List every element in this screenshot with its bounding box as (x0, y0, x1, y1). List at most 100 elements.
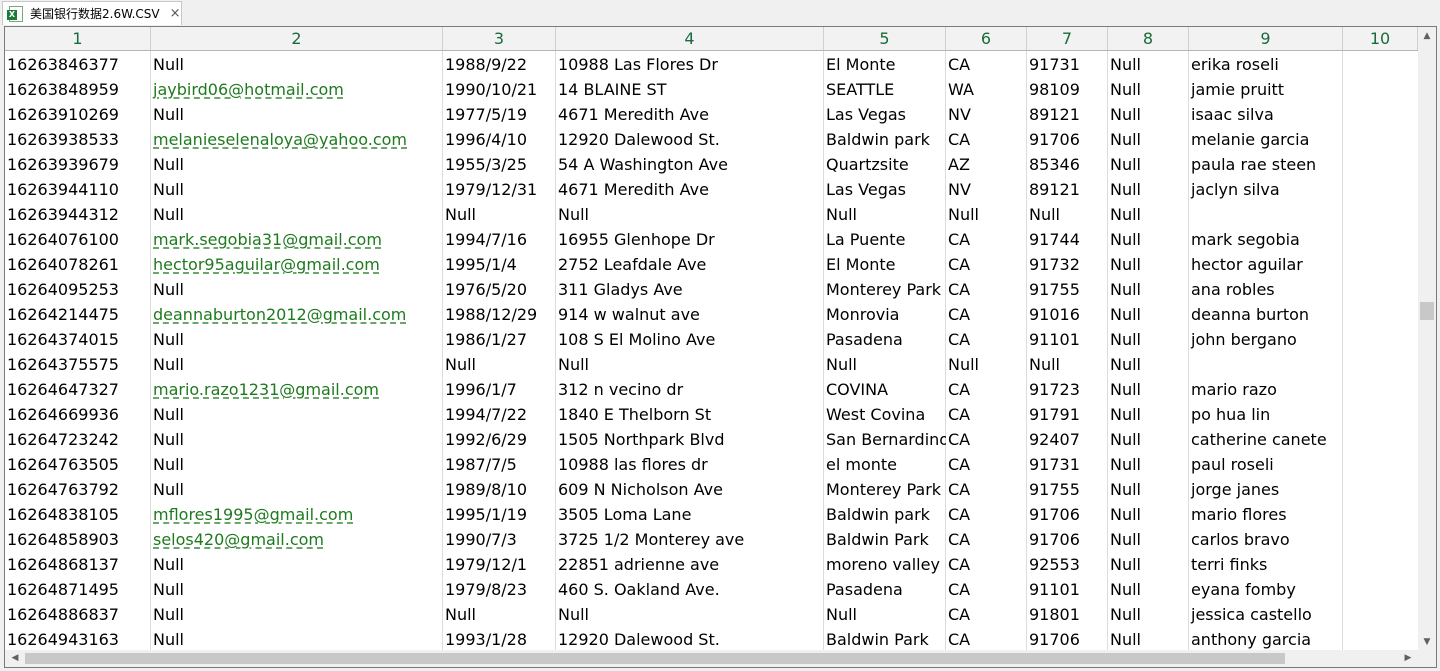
table-cell[interactable]: Null (1108, 101, 1189, 126)
table-cell[interactable] (1343, 376, 1418, 401)
table-cell[interactable]: 12920 Dalewood St. (556, 126, 824, 151)
table-cell[interactable]: 914 w walnut ave (556, 301, 824, 326)
table-cell[interactable]: Null (1108, 51, 1189, 76)
table-cell[interactable]: Null (1108, 601, 1189, 626)
table-cell[interactable]: 16264078261 (5, 251, 151, 276)
table-cell[interactable]: Null (1108, 126, 1189, 151)
column-header-5[interactable]: 5 (824, 27, 946, 50)
table-cell[interactable]: jaybird06@hotmail.com (151, 76, 443, 101)
table-cell[interactable]: 1986/1/27 (443, 326, 556, 351)
table-cell[interactable]: 89121 (1027, 101, 1108, 126)
table-cell[interactable]: Null (1108, 551, 1189, 576)
table-cell[interactable]: 16264647327 (5, 376, 151, 401)
table-cell[interactable]: 1994/7/16 (443, 226, 556, 251)
table-cell[interactable]: 91706 (1027, 626, 1108, 651)
table-cell[interactable]: Null (824, 351, 946, 376)
table-cell[interactable]: Null (556, 201, 824, 226)
table-cell[interactable]: hector aguilar (1189, 251, 1343, 276)
table-cell[interactable]: isaac silva (1189, 101, 1343, 126)
table-cell[interactable]: 1989/8/10 (443, 476, 556, 501)
table-cell[interactable]: mflores1995@gmail.com (151, 501, 443, 526)
table-cell[interactable]: Pasadena (824, 576, 946, 601)
table-cell[interactable]: Null (1108, 526, 1189, 551)
table-cell[interactable]: Null (151, 176, 443, 201)
table-cell[interactable]: 16263944110 (5, 176, 151, 201)
table-cell[interactable]: Null (1027, 201, 1108, 226)
table-cell[interactable]: CA (946, 326, 1027, 351)
table-cell[interactable]: mario.razo1231@gmail.com (151, 376, 443, 401)
table-cell[interactable]: Null (1108, 201, 1189, 226)
table-cell[interactable]: Null (151, 626, 443, 651)
table-cell[interactable]: Null (946, 351, 1027, 376)
table-cell[interactable]: 4671 Meredith Ave (556, 176, 824, 201)
table-cell[interactable] (1343, 301, 1418, 326)
table-cell[interactable]: 91755 (1027, 476, 1108, 501)
table-cell[interactable]: 16264095253 (5, 276, 151, 301)
table-cell[interactable]: 1990/10/21 (443, 76, 556, 101)
table-cell[interactable]: el monte (824, 451, 946, 476)
table-cell[interactable]: 1955/3/25 (443, 151, 556, 176)
table-cell[interactable]: El Monte (824, 51, 946, 76)
table-cell[interactable]: 1977/5/19 (443, 101, 556, 126)
table-cell[interactable]: 91723 (1027, 376, 1108, 401)
table-cell[interactable]: erika roseli (1189, 51, 1343, 76)
table-cell[interactable]: mark segobia (1189, 226, 1343, 251)
table-cell[interactable] (1343, 551, 1418, 576)
table-cell[interactable]: Null (151, 476, 443, 501)
scroll-left-icon[interactable]: ◀ (7, 650, 23, 667)
table-cell[interactable]: 108 S El Molino Ave (556, 326, 824, 351)
table-cell[interactable]: Baldwin Park (824, 626, 946, 651)
table-cell[interactable] (1343, 626, 1418, 651)
table-cell[interactable]: Null (1108, 451, 1189, 476)
table-cell[interactable] (1343, 326, 1418, 351)
table-cell[interactable]: CA (946, 276, 1027, 301)
table-cell[interactable]: CA (946, 226, 1027, 251)
table-cell[interactable]: COVINA (824, 376, 946, 401)
table-cell[interactable]: eyana fomby (1189, 576, 1343, 601)
scroll-right-icon[interactable]: ▶ (1400, 650, 1416, 667)
table-cell[interactable] (1343, 226, 1418, 251)
table-cell[interactable]: 98109 (1027, 76, 1108, 101)
table-cell[interactable]: 91101 (1027, 326, 1108, 351)
table-cell[interactable]: deannaburton2012@gmail.com (151, 301, 443, 326)
table-cell[interactable]: 16264723242 (5, 426, 151, 451)
table-cell[interactable]: CA (946, 451, 1027, 476)
table-cell[interactable]: CA (946, 301, 1027, 326)
table-cell[interactable]: Baldwin park (824, 126, 946, 151)
table-cell[interactable]: 16263938533 (5, 126, 151, 151)
table-cell[interactable]: 1976/5/20 (443, 276, 556, 301)
table-cell[interactable]: 16955 Glenhope Dr (556, 226, 824, 251)
table-cell[interactable]: 3725 1/2 Monterey ave (556, 526, 824, 551)
table-cell[interactable]: Null (1108, 151, 1189, 176)
table-cell[interactable]: 1992/6/29 (443, 426, 556, 451)
table-cell[interactable]: john bergano (1189, 326, 1343, 351)
table-cell[interactable]: Null (443, 351, 556, 376)
table-cell[interactable] (1343, 351, 1418, 376)
table-cell[interactable]: Null (1108, 276, 1189, 301)
table-cell[interactable]: 1840 E Thelborn St (556, 401, 824, 426)
column-header-6[interactable]: 6 (946, 27, 1027, 50)
table-cell[interactable] (1343, 76, 1418, 101)
table-cell[interactable]: CA (946, 501, 1027, 526)
table-cell[interactable]: 16264943163 (5, 626, 151, 651)
table-cell[interactable] (1343, 51, 1418, 76)
table-cell[interactable]: CA (946, 51, 1027, 76)
table-cell[interactable]: Null (1108, 626, 1189, 651)
file-tab[interactable]: X 美国银行数据2.6W.CSV × (2, 1, 182, 25)
table-cell[interactable]: hector95aguilar@gmail.com (151, 251, 443, 276)
table-cell[interactable]: 12920 Dalewood St. (556, 626, 824, 651)
column-header-8[interactable]: 8 (1108, 27, 1189, 50)
table-cell[interactable]: 91801 (1027, 601, 1108, 626)
table-cell[interactable]: ana robles (1189, 276, 1343, 301)
table-cell[interactable]: CA (946, 376, 1027, 401)
table-cell[interactable]: Las Vegas (824, 176, 946, 201)
table-cell[interactable]: 54 A Washington Ave (556, 151, 824, 176)
table-cell[interactable]: 1505 Northpark Blvd (556, 426, 824, 451)
column-header-2[interactable]: 2 (151, 27, 443, 50)
table-cell[interactable]: 1990/7/3 (443, 526, 556, 551)
table-cell[interactable]: CA (946, 401, 1027, 426)
column-header-3[interactable]: 3 (443, 27, 556, 50)
table-cell[interactable]: 16263848959 (5, 76, 151, 101)
table-cell[interactable]: 91101 (1027, 576, 1108, 601)
table-cell[interactable]: 16264374015 (5, 326, 151, 351)
